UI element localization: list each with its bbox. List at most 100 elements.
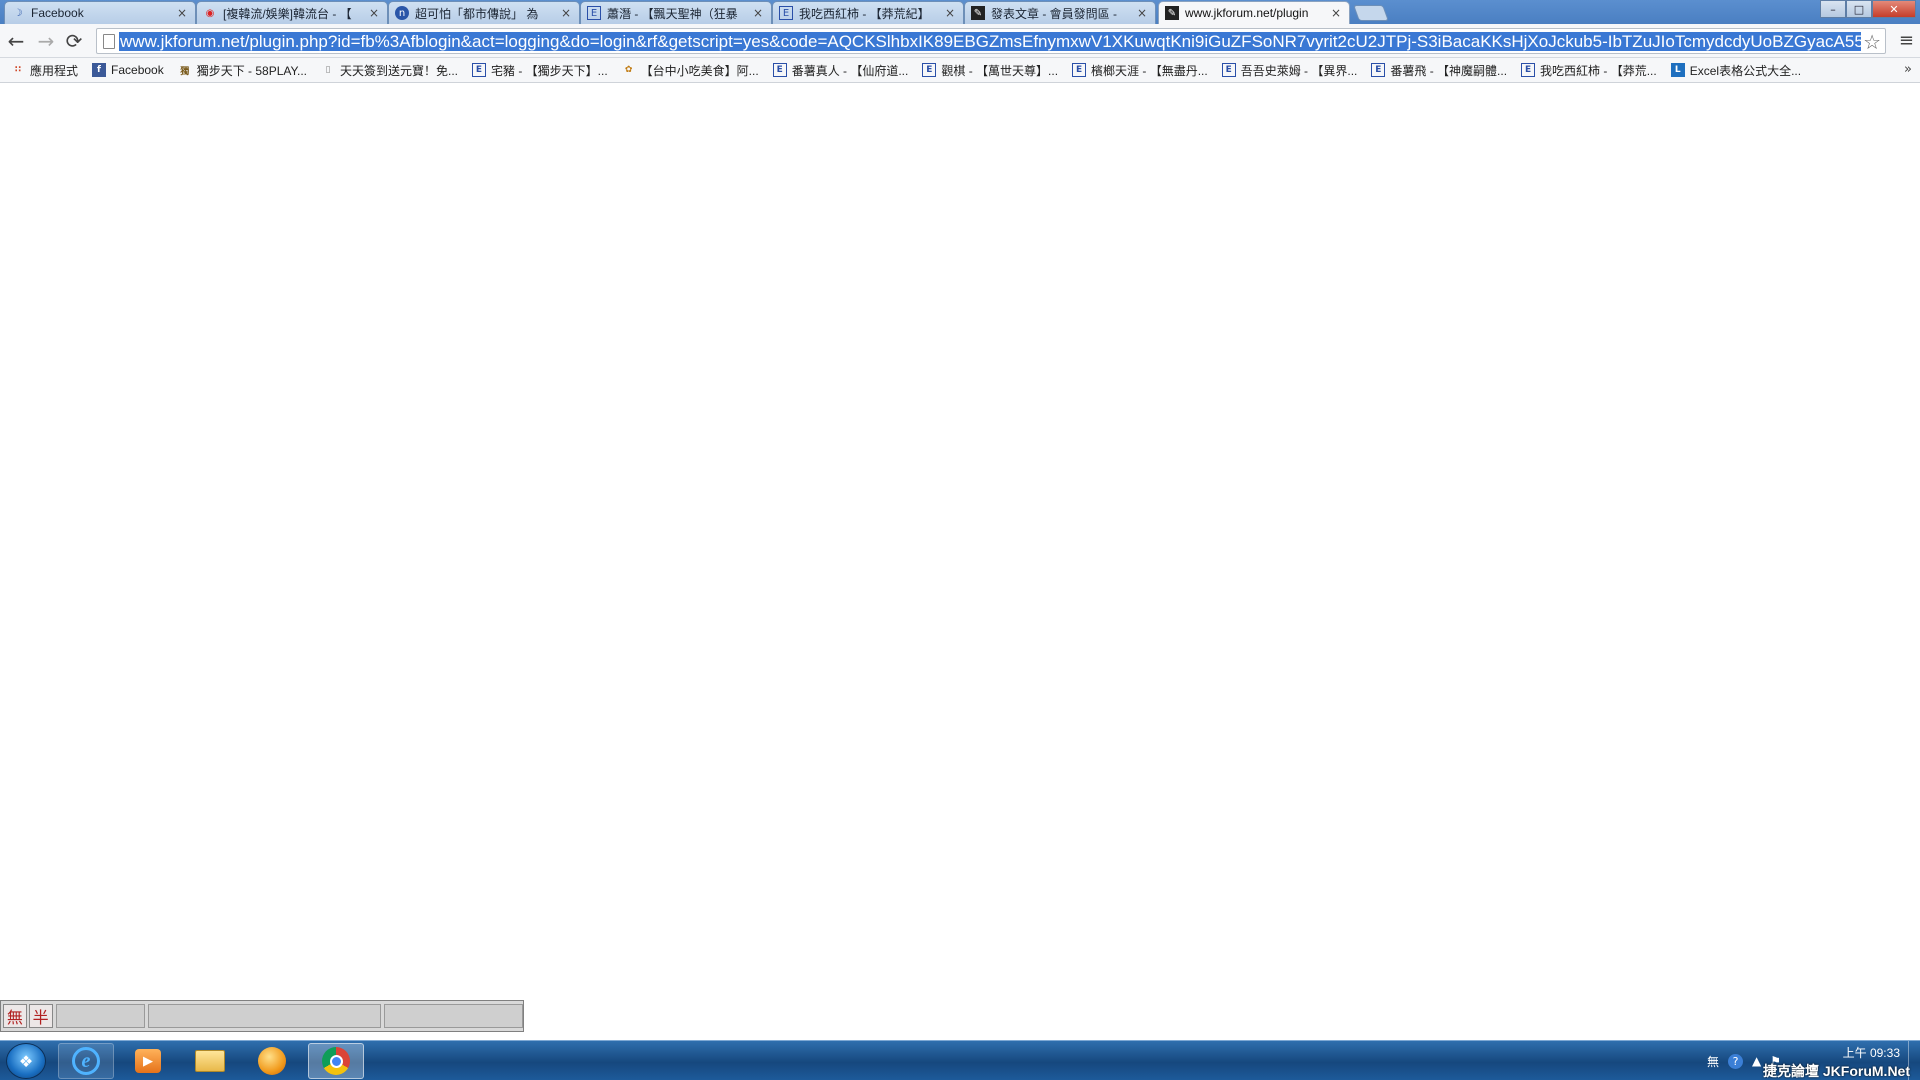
tab-facebook[interactable]: ☽ Facebook × [4,1,196,24]
bookmark-label: 番薯飛 - 【神魔嗣體... [1390,63,1508,78]
bookmark-label: 宅豬 - 【獨步天下】... [491,63,608,78]
bookmark-item[interactable]: E 檳榔天涯 - 【無盡丹... [1067,59,1213,81]
bookmark-item[interactable]: E 我吃西紅柿 - 【莽荒... [1516,59,1662,81]
close-icon[interactable]: × [1135,6,1149,20]
tab-title: 我吃西紅柿 - 【莽荒紀】 [799,6,930,21]
ime-segment [384,1004,523,1028]
e-icon: E [772,63,787,77]
screen: ☽ Facebook × ◉ [複韓流/娛樂]韓流台 - 【 × n 超可怕「都… [0,0,1920,1080]
url-text: www.jkforum.net/plugin.php?id=fb%3Afblog… [119,32,1861,51]
ime-mode-button[interactable]: 無 [3,1004,27,1028]
e-icon: E [1521,63,1536,77]
bookmark-label: 吾吾史萊姆 - 【異界... [1240,63,1358,78]
jkforum-icon: ✎ [1165,6,1179,20]
bookmark-label: 番薯真人 - 【仙府道... [791,63,909,78]
bookmark-star-icon[interactable]: ☆ [1863,30,1881,54]
help-icon[interactable]: ? [1728,1053,1743,1069]
moon-icon: ☽ [13,7,23,19]
bookmark-item[interactable]: E 觀棋 - 【萬世天尊】... [917,59,1063,81]
forward-button[interactable]: → [34,29,58,53]
chrome-menu-icon[interactable]: ≡ [1899,30,1914,51]
bookmarks-more-icon[interactable]: » [1904,62,1912,77]
tab-xiao-qian[interactable]: E 蕭潛 - 【飄天聖神（狂暴 × [580,1,772,24]
bookmark-label: Facebook [111,63,164,77]
taskbar-file-explorer[interactable] [182,1043,238,1079]
page-icon [103,34,115,49]
tab-title: [複韓流/娛樂]韓流台 - 【 [223,6,352,21]
tab-jkforum-active[interactable]: ✎ www.jkforum.net/plugin × [1158,1,1350,24]
orange-app-icon [258,1047,286,1075]
bookmark-label: 獨步天下 - 58PLAY... [196,63,307,78]
bookmarks-bar: ∷ 應用程式 f Facebook 獨獨步天下 - 58PLAY... ▯ 天天簽到送元寶！… [0,58,1920,83]
chrome-icon [322,1047,350,1075]
clock-time: 上午 09:33 [1842,1046,1900,1060]
bookmark-item[interactable]: E 番薯真人 - 【仙府道... [768,59,914,81]
tab-urban-legend[interactable]: n 超可怕「都市傳說」 為 × [388,1,580,24]
bookmark-item[interactable]: L Excel表格公式大全... [1666,59,1806,81]
watermark-logo: 捷克論壇 JKForuM.Net [1763,1063,1910,1079]
tab-title: 超可怕「都市傳說」 為 [415,6,539,21]
close-window-button[interactable]: ✕ [1872,0,1916,18]
e-icon: E [922,63,937,77]
bookmark-item[interactable]: ▯ 天天簽到送元寶！免... [316,59,463,81]
bookmark-label: 我吃西紅柿 - 【莽荒... [1540,63,1657,78]
taskbar-chrome[interactable] [308,1043,364,1079]
bookmark-item[interactable]: E 宅豬 - 【獨步天下】... [467,59,613,81]
bookmark-item[interactable]: E 番薯飛 - 【神魔嗣體... [1366,59,1512,81]
tab-post-article[interactable]: ✎ 發表文章 - 會員發問區 - × [964,1,1156,24]
bookmark-item[interactable]: ∷ 應用程式 [6,59,83,81]
page-content [0,84,1920,1040]
site-icon: n [395,6,409,20]
close-icon[interactable]: × [559,6,573,20]
taskbar-orange-app[interactable] [244,1043,300,1079]
tab-korean-wave[interactable]: ◉ [複韓流/娛樂]韓流台 - 【 × [196,1,388,24]
site-icon: ✿ [624,65,633,75]
apps-grid-icon: ∷ [14,65,22,75]
reload-button[interactable]: ⟳ [62,29,86,53]
bookmark-label: 天天簽到送元寶！免... [339,63,458,78]
tab-strip: ☽ Facebook × ◉ [複韓流/娛樂]韓流台 - 【 × n 超可怕「都… [0,0,1920,24]
close-icon[interactable]: × [751,6,765,20]
maximize-button[interactable]: □ [1846,0,1872,18]
internet-explorer-icon: e [72,1047,100,1075]
e-icon: E [587,6,601,20]
tab-title: 發表文章 - 會員發問區 - [991,6,1117,21]
address-bar-url[interactable]: www.jkforum.net/plugin.php?id=fb%3Afblog… [119,32,1861,52]
close-icon[interactable]: × [175,6,189,20]
e-icon: E [1072,63,1087,77]
bookmark-label: 【台中小吃美食】阿... [640,63,759,78]
close-icon[interactable]: × [367,6,381,20]
bookmark-item[interactable]: ✿ 【台中小吃美食】阿... [617,59,764,81]
ime-toolbar: 無 半 [0,1000,524,1032]
address-bar[interactable]: www.jkforum.net/plugin.php?id=fb%3Afblog… [96,28,1886,54]
bookmark-label: 觀棋 - 【萬世天尊】... [941,63,1059,78]
close-icon[interactable]: × [943,6,957,20]
show-hidden-icons-icon[interactable]: ▲ [1752,1054,1761,1068]
bookmark-item[interactable]: E 吾吾史萊姆 - 【異界... [1217,59,1363,81]
taskbar: ❖ e ▶ 無 ? ▲ ⚑ 上午 09:33 捷克論壇 JKForuM.Net [0,1040,1920,1080]
minimize-button[interactable]: – [1820,0,1846,18]
e-icon: E [1221,63,1236,77]
folder-icon [195,1050,225,1072]
excel-icon: L [1670,63,1685,77]
taskbar-internet-explorer[interactable]: e [58,1043,114,1079]
back-button[interactable]: ← [4,29,28,53]
ime-tray-icon[interactable]: 無 [1707,1053,1719,1070]
browser-toolbar: ← → ⟳ www.jkforum.net/plugin.php?id=fb%3… [0,24,1920,58]
ime-width-button[interactable]: 半 [28,1004,53,1028]
tab-tomato[interactable]: E 我吃西紅柿 - 【莽荒紀】 × [772,1,964,24]
bookmark-label: 檳榔天涯 - 【無盡丹... [1091,63,1208,78]
tab-title: Facebook [31,6,84,20]
start-button[interactable]: ❖ [6,1043,46,1079]
page-icon: ▯ [325,65,331,75]
ime-segment [147,1004,382,1028]
jkforum-icon: ✎ [971,6,985,20]
bookmark-item[interactable]: f Facebook [87,59,169,81]
bookmark-item[interactable]: 獨獨步天下 - 58PLAY... [173,59,312,81]
taskbar-media-player[interactable]: ▶ [120,1043,176,1079]
bookmark-label: Excel表格公式大全... [1689,63,1802,78]
new-tab-button[interactable] [1353,5,1389,21]
e-icon: E [779,6,793,20]
close-icon[interactable]: × [1329,6,1343,20]
facebook-icon: f [92,63,107,77]
